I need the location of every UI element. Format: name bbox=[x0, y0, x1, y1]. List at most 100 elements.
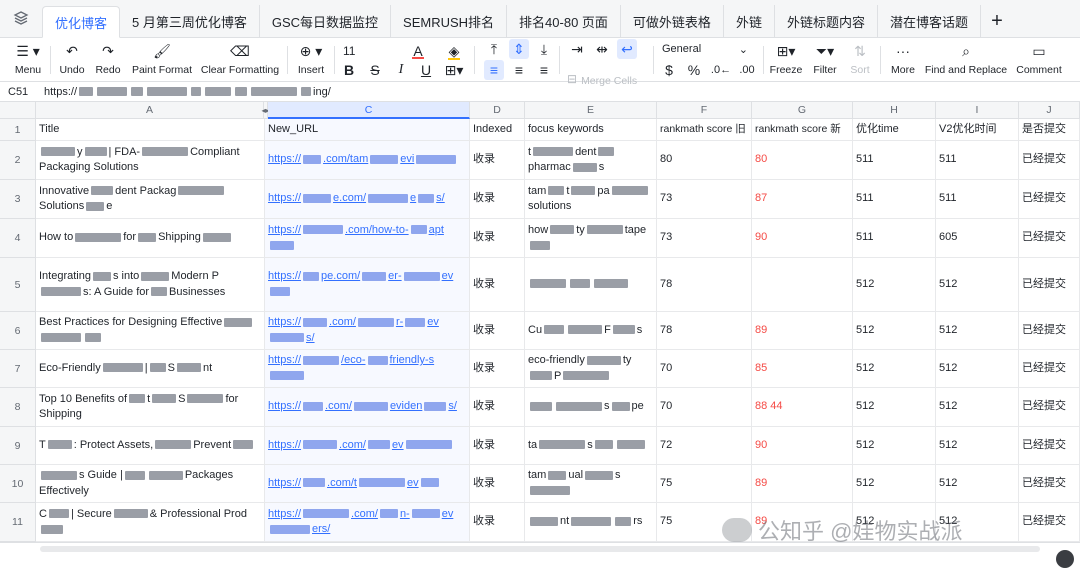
score-new-cell[interactable]: 88 44 bbox=[752, 388, 853, 427]
indexed-cell[interactable]: 收录 bbox=[470, 219, 525, 258]
insert-button[interactable]: ⊕ ▾ Insert bbox=[294, 41, 328, 79]
title-cell[interactable]: T: Protect Assets, Prevent bbox=[36, 427, 265, 465]
url-link[interactable]: https:// .com/n-ev ers/ bbox=[268, 507, 466, 538]
font-color-button[interactable]: A bbox=[408, 41, 428, 61]
filter-button[interactable]: ⏷▾ Filter bbox=[810, 41, 840, 79]
tab-4[interactable]: 排名40-80 页面 bbox=[507, 5, 621, 37]
layers-icon[interactable] bbox=[0, 0, 42, 37]
row-header[interactable]: 2 bbox=[0, 141, 36, 180]
help-button[interactable] bbox=[1056, 550, 1074, 568]
header-score-old[interactable]: rankmath score 旧 bbox=[657, 119, 752, 141]
focus-keywords-cell[interactable]: how ty tape bbox=[525, 219, 657, 258]
column-header[interactable]: H bbox=[853, 102, 936, 119]
header-focus-keywords[interactable]: focus keywords bbox=[525, 119, 657, 141]
text-clip-button[interactable]: ⇹ bbox=[592, 39, 612, 59]
focus-keywords-cell[interactable]: s pe bbox=[525, 388, 657, 427]
url-cell[interactable]: https:// .com/eviden s/ bbox=[265, 388, 470, 427]
select-all-corner[interactable] bbox=[0, 102, 36, 119]
score-old-cell[interactable]: 75 bbox=[657, 465, 752, 503]
score-new-cell[interactable] bbox=[752, 258, 853, 312]
v2-time-cell[interactable]: 512 bbox=[936, 258, 1019, 312]
cell-reference[interactable]: C51 bbox=[0, 86, 38, 98]
underline-button[interactable]: U bbox=[416, 60, 436, 80]
row-header[interactable]: 11 bbox=[0, 503, 36, 542]
opt-time-cell[interactable]: 511 bbox=[853, 180, 936, 219]
row-header[interactable]: 5 bbox=[0, 258, 36, 312]
submitted-cell[interactable]: 已经提交 bbox=[1019, 388, 1080, 427]
url-link[interactable]: https:// .com/r-ev s/ bbox=[268, 315, 466, 346]
title-cell[interactable]: C | Secure & Professional Prod bbox=[36, 503, 265, 542]
score-old-cell[interactable]: 78 bbox=[657, 258, 752, 312]
url-cell[interactable]: https:// .com/tam evi bbox=[265, 141, 470, 180]
title-cell[interactable]: y | FDA- Compliant Packaging Solutions bbox=[36, 141, 265, 180]
row-header[interactable]: 6 bbox=[0, 312, 36, 350]
url-cell[interactable]: https:// pe.com/er-ev bbox=[265, 258, 470, 312]
v2-time-cell[interactable]: 511 bbox=[936, 141, 1019, 180]
align-left-button[interactable]: ≡ bbox=[484, 60, 504, 80]
indexed-cell[interactable]: 收录 bbox=[470, 427, 525, 465]
score-new-cell[interactable]: 90 bbox=[752, 427, 853, 465]
row-header[interactable]: 3 bbox=[0, 180, 36, 219]
freeze-button[interactable]: ⊞▾ Freeze bbox=[768, 41, 804, 79]
align-right-button[interactable]: ≡ bbox=[534, 60, 554, 80]
paint-format-button[interactable]: 🖌 Paint Format bbox=[130, 41, 194, 79]
indexed-cell[interactable]: 收录 bbox=[470, 141, 525, 180]
url-link[interactable]: https:// pe.com/er-ev bbox=[268, 269, 466, 300]
focus-keywords-cell[interactable]: tam t pa solutions bbox=[525, 180, 657, 219]
percent-button[interactable]: % bbox=[684, 60, 704, 80]
url-link[interactable]: https:// /eco-friendly-s bbox=[268, 353, 466, 384]
indexed-cell[interactable]: 收录 bbox=[470, 180, 525, 219]
header-score-new[interactable]: rankmath score 新 bbox=[752, 119, 853, 141]
score-old-cell[interactable]: 78 bbox=[657, 312, 752, 350]
score-old-cell[interactable]: 70 bbox=[657, 350, 752, 388]
url-cell[interactable]: https:// /eco-friendly-s bbox=[265, 350, 470, 388]
indexed-cell[interactable]: 收录 bbox=[470, 312, 525, 350]
header-indexed[interactable]: Indexed bbox=[470, 119, 525, 141]
url-link[interactable]: https:// e.com/e s/ bbox=[268, 191, 445, 207]
column-header[interactable]: F bbox=[657, 102, 752, 119]
submitted-cell[interactable]: 已经提交 bbox=[1019, 350, 1080, 388]
text-autowrap-button[interactable]: ↩ bbox=[617, 39, 637, 59]
url-cell[interactable]: https:// .com/ev bbox=[265, 427, 470, 465]
tab-2[interactable]: GSC每日数据监控 bbox=[260, 5, 392, 37]
v2-time-cell[interactable]: 512 bbox=[936, 350, 1019, 388]
text-wrap-button[interactable]: ⇥ bbox=[567, 39, 587, 59]
score-old-cell[interactable]: 80 bbox=[657, 141, 752, 180]
align-bottom-button[interactable]: ⤓ bbox=[534, 39, 554, 59]
tab-3[interactable]: SEMRUSH排名 bbox=[391, 5, 508, 37]
indexed-cell[interactable]: 收录 bbox=[470, 258, 525, 312]
score-old-cell[interactable]: 70 bbox=[657, 388, 752, 427]
url-link[interactable]: https:// .com/t ev bbox=[268, 476, 441, 492]
url-cell[interactable]: https:// e.com/e s/ bbox=[265, 180, 470, 219]
borders-button[interactable]: ⊞▾ bbox=[444, 60, 464, 80]
row-header[interactable]: 10 bbox=[0, 465, 36, 503]
title-cell[interactable]: s Guide | Packages Effectively bbox=[36, 465, 265, 503]
indexed-cell[interactable]: 收录 bbox=[470, 503, 525, 542]
add-sheet-button[interactable]: + bbox=[981, 5, 1013, 37]
tab-8[interactable]: 潜在博客话题 bbox=[878, 5, 981, 37]
tab-5[interactable]: 可做外链表格 bbox=[621, 5, 724, 37]
focus-keywords-cell[interactable]: nt rs bbox=[525, 503, 657, 542]
score-old-cell[interactable]: 73 bbox=[657, 219, 752, 258]
column-header[interactable]: I bbox=[936, 102, 1019, 119]
title-cell[interactable]: How to for Shipping bbox=[36, 219, 265, 258]
horizontal-scrollbar[interactable] bbox=[40, 546, 1040, 552]
header-opt-time[interactable]: 优化time bbox=[853, 119, 936, 141]
focus-keywords-cell[interactable]: Cu Fs bbox=[525, 312, 657, 350]
indexed-cell[interactable]: 收录 bbox=[470, 350, 525, 388]
submitted-cell[interactable]: 已经提交 bbox=[1019, 427, 1080, 465]
indexed-cell[interactable]: 收录 bbox=[470, 388, 525, 427]
header-v2-time[interactable]: V2优化时间 bbox=[936, 119, 1019, 141]
opt-time-cell[interactable]: 512 bbox=[853, 350, 936, 388]
title-cell[interactable]: Eco-Friendly | Snt bbox=[36, 350, 265, 388]
tab-1[interactable]: 5 月第三周优化博客 bbox=[120, 5, 260, 37]
row-header[interactable]: 8 bbox=[0, 388, 36, 427]
submitted-cell[interactable]: 已经提交 bbox=[1019, 503, 1080, 542]
focus-keywords-cell[interactable] bbox=[525, 258, 657, 312]
redo-button[interactable]: ↷ Redo bbox=[94, 41, 122, 79]
opt-time-cell[interactable]: 512 bbox=[853, 312, 936, 350]
increase-decimal-button[interactable]: .00 bbox=[737, 60, 757, 80]
v2-time-cell[interactable]: 512 bbox=[936, 312, 1019, 350]
title-cell[interactable]: Best Practices for Designing Effective bbox=[36, 312, 265, 350]
column-header[interactable]: G bbox=[752, 102, 853, 119]
